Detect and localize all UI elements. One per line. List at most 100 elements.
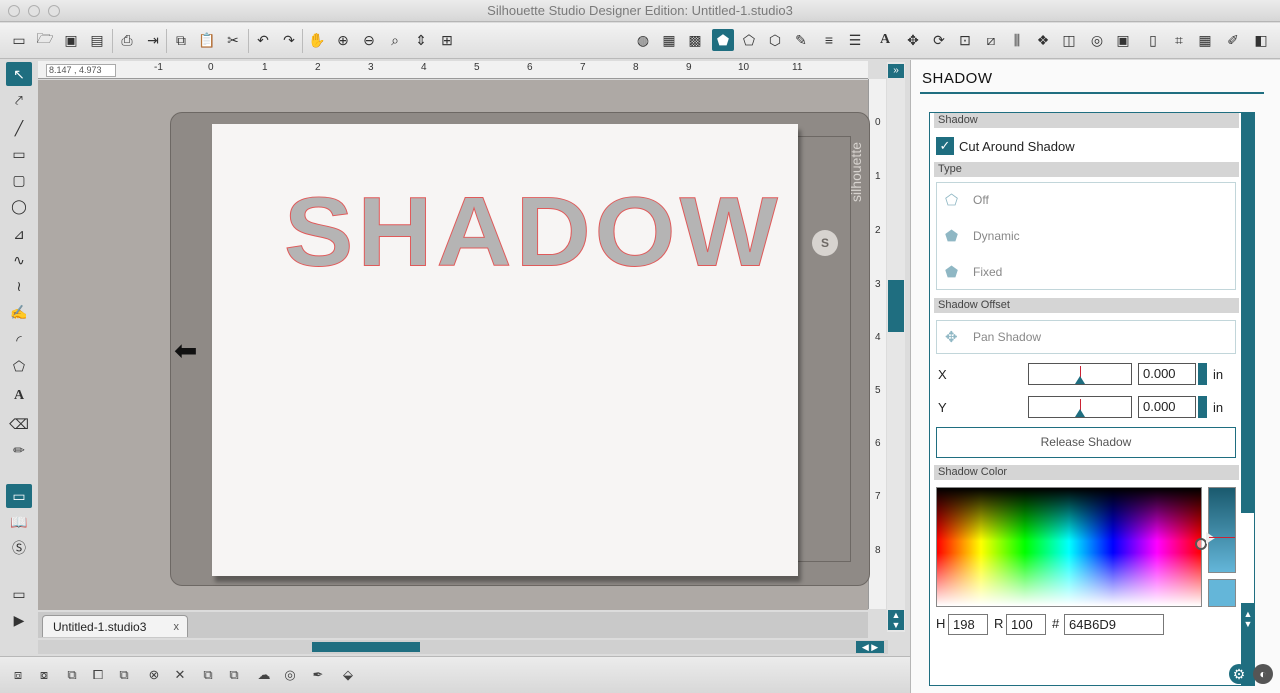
polygon-tool-icon[interactable]: ⊿ bbox=[6, 222, 32, 246]
undo-icon[interactable]: ↶ bbox=[252, 29, 274, 51]
rotate-icon[interactable]: ⟳ bbox=[928, 29, 950, 51]
send-icon[interactable]: ◧ bbox=[1250, 29, 1272, 51]
line-tool-icon[interactable]: ╱ bbox=[6, 116, 32, 140]
paste-icon[interactable]: 📋 bbox=[196, 29, 218, 51]
scroll-arrows-icon[interactable]: ▲ ▼ bbox=[888, 610, 904, 630]
type-off-option[interactable]: ⬠ Off bbox=[945, 187, 989, 213]
fill-pattern-icon[interactable]: ▩ bbox=[684, 29, 706, 51]
trace-icon[interactable]: ▣ bbox=[1112, 29, 1134, 51]
offset-x-stepper[interactable] bbox=[1198, 363, 1207, 385]
offset-y-stepper[interactable] bbox=[1198, 396, 1207, 418]
collapse-panel-icon[interactable]: » bbox=[888, 64, 904, 78]
horizontal-scrollbar[interactable]: ◀ ▶ bbox=[38, 640, 888, 654]
line-color-icon[interactable]: ⬠ bbox=[738, 29, 760, 51]
weld-icon[interactable]: ⊗ bbox=[144, 665, 164, 685]
close-tab-icon[interactable]: x bbox=[174, 616, 180, 638]
panel-scrollbar[interactable]: ▲ ▼ bbox=[1241, 113, 1254, 685]
ungroup-icon[interactable]: ⧇ bbox=[34, 665, 54, 685]
offset-y-slider[interactable] bbox=[1028, 396, 1132, 418]
grid-icon[interactable]: ▦ bbox=[1194, 29, 1216, 51]
regular-polygon-icon[interactable]: ⬠ bbox=[6, 354, 32, 378]
vertical-scrollbar[interactable]: » ▲ ▼ bbox=[887, 62, 905, 632]
freehand-tool-icon[interactable]: ≀ bbox=[6, 274, 32, 298]
curve-tool-icon[interactable]: ∿ bbox=[6, 248, 32, 272]
shadow-text-object[interactable]: SHADOW bbox=[284, 182, 782, 282]
edit-points-icon[interactable]: ⤤ bbox=[6, 88, 32, 112]
library-icon[interactable]: 📖 bbox=[6, 510, 32, 534]
duplicate-icon[interactable]: ⧉ bbox=[198, 665, 218, 685]
smooth-freehand-icon[interactable]: ✍ bbox=[6, 300, 32, 324]
cut-style-icon[interactable]: ✐ bbox=[1222, 29, 1244, 51]
shadow-icon[interactable]: ⬟ bbox=[712, 29, 734, 51]
hex-input[interactable]: 64B6D9 bbox=[1064, 614, 1164, 635]
offset-shape-icon[interactable]: ☁ bbox=[254, 665, 274, 685]
zoom-in-icon[interactable]: ⊕ bbox=[332, 29, 354, 51]
knife-icon[interactable]: ✒ bbox=[308, 665, 328, 685]
concentric-icon[interactable]: ◎ bbox=[280, 665, 300, 685]
design-canvas[interactable]: silhouette S SHADOW ⬅ bbox=[38, 80, 870, 610]
vertical-scroll-thumb[interactable] bbox=[888, 280, 904, 332]
fill-color-icon[interactable]: ◍ bbox=[632, 29, 654, 51]
hue-input[interactable]: 198 bbox=[948, 614, 988, 635]
settings-gear-icon[interactable]: ⚙ bbox=[1229, 664, 1249, 684]
make-compound-icon[interactable]: ⧉ bbox=[62, 665, 82, 685]
panel-scroll-arrows-icon[interactable]: ▲ ▼ bbox=[1242, 609, 1254, 629]
scale-icon[interactable]: ⊡ bbox=[954, 29, 976, 51]
fit-to-page-icon[interactable]: ⊞ bbox=[436, 29, 458, 51]
text-style-icon[interactable]: A bbox=[874, 29, 896, 51]
offset-icon[interactable]: ◎ bbox=[1086, 29, 1108, 51]
cut-settings-icon[interactable]: ≡ bbox=[818, 29, 840, 51]
open-folder-icon[interactable]: 🗁 bbox=[34, 29, 56, 51]
sketch-icon[interactable]: ✎ bbox=[790, 29, 812, 51]
design-page-icon[interactable]: ▭ bbox=[6, 484, 32, 508]
zoom-out-icon[interactable]: ⊖ bbox=[358, 29, 380, 51]
delete-icon[interactable]: ✕ bbox=[170, 665, 190, 685]
close-window-button[interactable] bbox=[8, 5, 20, 17]
align-icon[interactable]: ⫼ bbox=[1006, 29, 1028, 51]
offset-y-input[interactable]: 0.000 bbox=[1138, 396, 1196, 418]
offset-x-slider[interactable] bbox=[1028, 363, 1132, 385]
shear-icon[interactable]: ⧄ bbox=[980, 29, 1002, 51]
zoom-window-button[interactable] bbox=[48, 5, 60, 17]
select-tool-icon[interactable]: ↖ bbox=[6, 62, 32, 86]
arc-tool-icon[interactable]: ◜ bbox=[6, 328, 32, 352]
ellipse-tool-icon[interactable]: ◯ bbox=[6, 194, 32, 218]
rectangle-tool-icon[interactable]: ▭ bbox=[6, 142, 32, 166]
page-setup-icon[interactable]: ▯ bbox=[1142, 29, 1164, 51]
modify-icon[interactable]: ◫ bbox=[1058, 29, 1080, 51]
transform-icon[interactable]: ✥ bbox=[902, 29, 924, 51]
cut-icon[interactable]: ✂ bbox=[222, 29, 244, 51]
minimize-window-button[interactable] bbox=[28, 5, 40, 17]
red-input[interactable]: 100 bbox=[1006, 614, 1046, 635]
slider-thumb-icon[interactable] bbox=[1075, 409, 1085, 417]
window-icon[interactable]: ▭ bbox=[6, 582, 32, 606]
type-fixed-option[interactable]: ⬟ Fixed bbox=[945, 259, 1002, 285]
zoom-select-icon[interactable]: ⌕ bbox=[384, 29, 406, 51]
document-tab[interactable]: Untitled-1.studio3 x bbox=[42, 615, 188, 637]
replicate-icon[interactable]: ❖ bbox=[1032, 29, 1054, 51]
save-to-library-icon[interactable]: ▤ bbox=[86, 29, 108, 51]
line-style-icon[interactable]: ⬡ bbox=[764, 29, 786, 51]
drag-zoom-icon[interactable]: ⇕ bbox=[410, 29, 432, 51]
slider-thumb-icon[interactable] bbox=[1075, 376, 1085, 384]
text-tool-icon[interactable]: A bbox=[6, 384, 32, 408]
group-icon[interactable]: ⧈ bbox=[8, 665, 28, 685]
play-icon[interactable]: ▶ bbox=[6, 608, 32, 632]
brightness-slider[interactable] bbox=[1206, 487, 1236, 573]
scroll-left-right-icon[interactable]: ◀ ▶ bbox=[856, 641, 884, 653]
line-weight-icon[interactable]: ☰ bbox=[844, 29, 866, 51]
send-to-silhouette-icon[interactable]: ⇥ bbox=[142, 29, 164, 51]
redo-icon[interactable]: ↷ bbox=[278, 29, 300, 51]
eraser-tool-icon[interactable]: ⌫ bbox=[6, 412, 32, 436]
panel-scroll-thumb[interactable] bbox=[1241, 513, 1254, 603]
silhouette-store-icon[interactable]: Ⓢ bbox=[6, 536, 32, 560]
rounded-rect-tool-icon[interactable]: ▢ bbox=[6, 168, 32, 192]
mirror-icon[interactable]: ⧉ bbox=[224, 665, 244, 685]
cube-icon[interactable]: ⬙ bbox=[338, 665, 358, 685]
registration-icon[interactable]: ⌗ bbox=[1168, 29, 1190, 51]
cut-around-shadow-checkbox[interactable]: ✓ bbox=[936, 137, 954, 155]
save-icon[interactable]: ▣ bbox=[60, 29, 82, 51]
color-spectrum-picker[interactable] bbox=[936, 487, 1207, 607]
copy-icon[interactable]: ⧉ bbox=[170, 29, 192, 51]
print-icon[interactable]: ⎙ bbox=[116, 29, 138, 51]
